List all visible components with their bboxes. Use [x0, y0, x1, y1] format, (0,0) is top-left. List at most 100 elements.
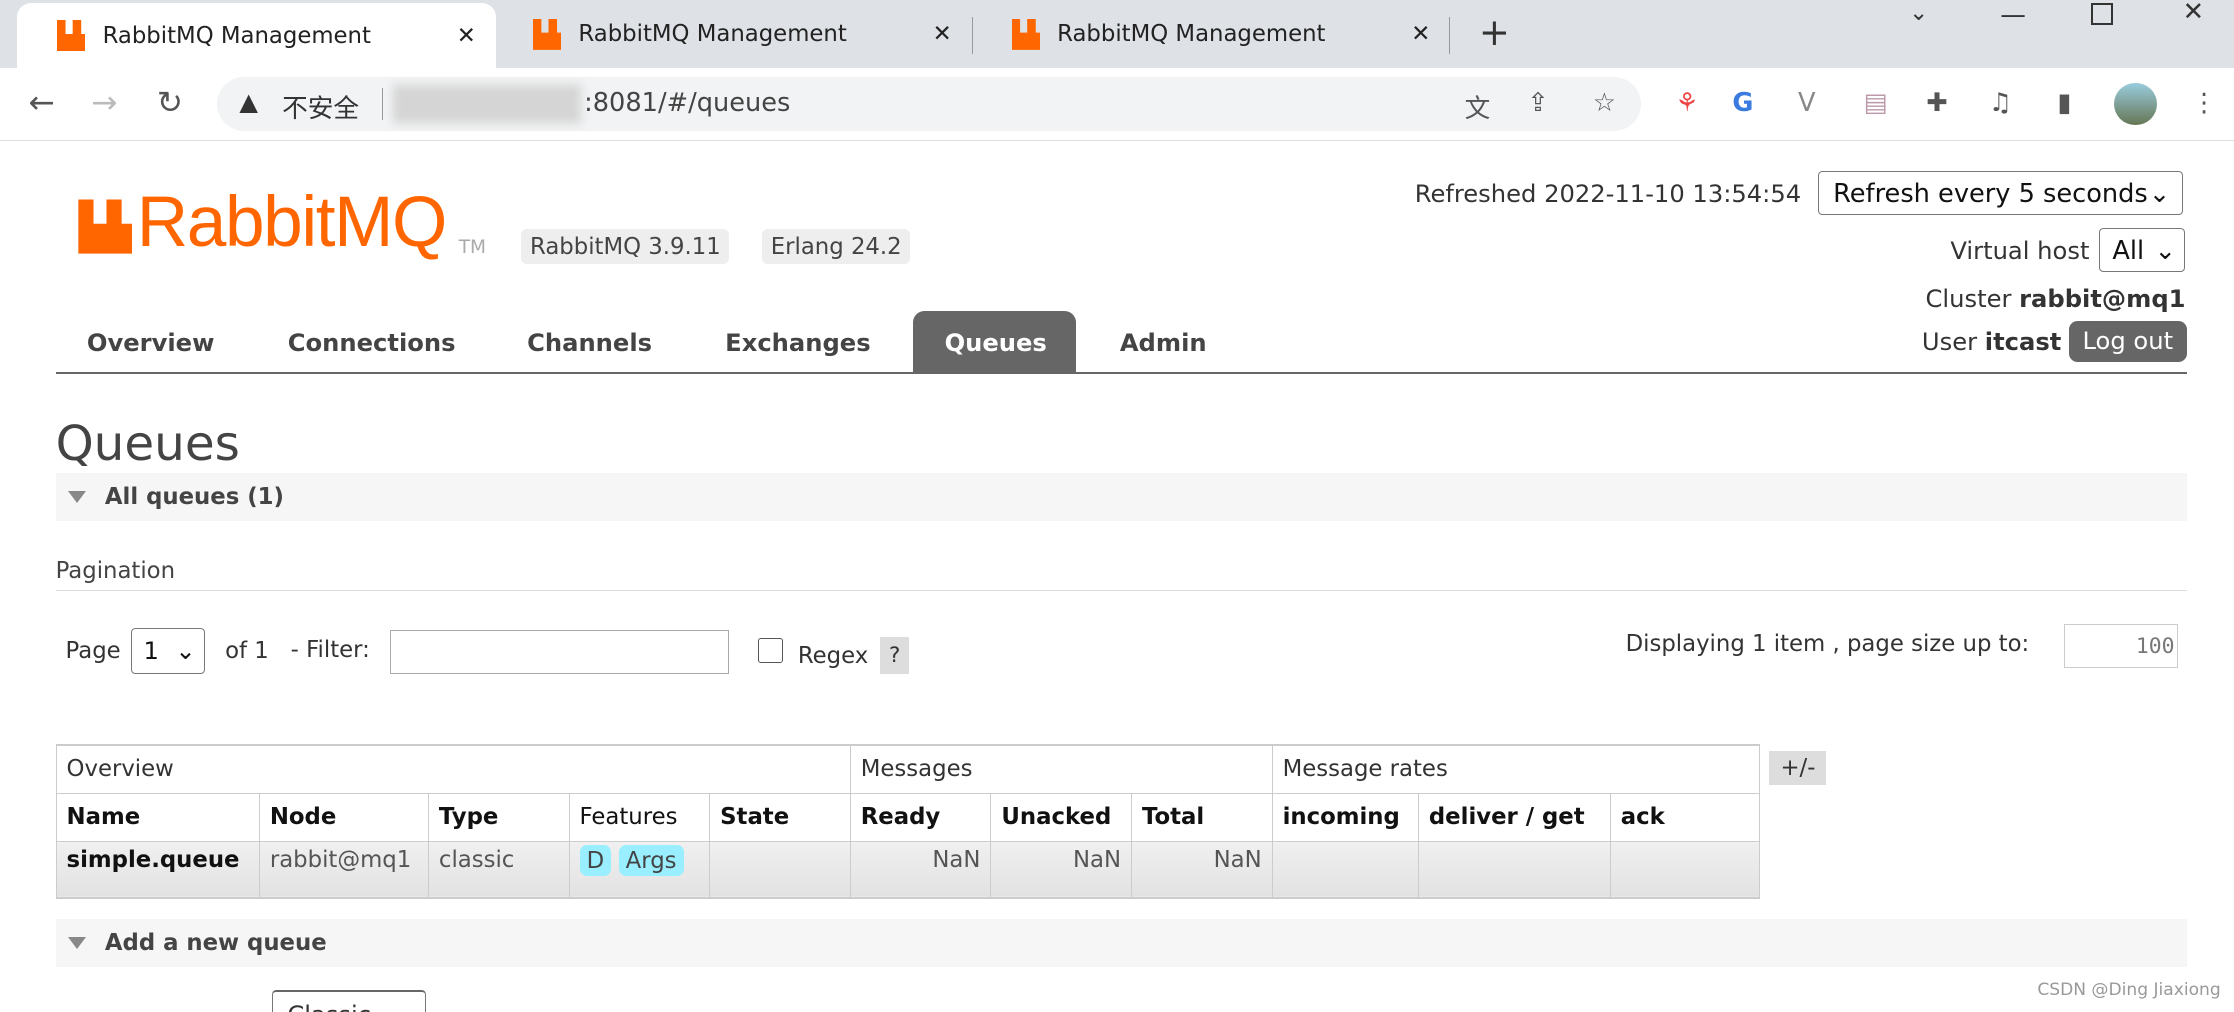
- nav-connections[interactable]: Connections: [288, 329, 456, 357]
- close-tab-icon[interactable]: ✕: [457, 23, 476, 49]
- page-size-input[interactable]: [2064, 624, 2179, 669]
- nav-overview[interactable]: Overview: [87, 329, 215, 357]
- section-title: All queues (1): [104, 484, 284, 511]
- queue-ack: [1609, 840, 1760, 899]
- profile-avatar[interactable]: [2114, 82, 2157, 126]
- column-header[interactable]: Name: [55, 792, 260, 842]
- chevron-down-icon: ⌄: [2148, 178, 2171, 209]
- nav-admin[interactable]: Admin: [1120, 329, 1207, 357]
- rabbitmq-favicon-icon: [56, 19, 86, 52]
- page-select[interactable]: 1 ⌄: [131, 628, 206, 674]
- tab-divider: [1448, 17, 1451, 55]
- nav-queues[interactable]: Queues: [945, 329, 1047, 357]
- page-value: 1: [143, 637, 159, 666]
- column-header[interactable]: State: [709, 792, 851, 842]
- add-queue-section-toggle[interactable]: Add a new queue: [55, 918, 2187, 968]
- queue-type-select[interactable]: Classic: [272, 990, 426, 1012]
- feature-durable-badge: D: [579, 844, 612, 877]
- logo-text: RabbitMQ: [136, 182, 448, 263]
- queue-features: D Args: [568, 840, 711, 899]
- refresh-interval-select[interactable]: Refresh every 5 seconds ⌄: [1817, 170, 2183, 216]
- tab-title: RabbitMQ Management: [102, 22, 371, 49]
- help-button[interactable]: ?: [880, 636, 909, 674]
- feature-args-badge: Args: [618, 844, 684, 877]
- queue-type: classic: [427, 840, 570, 899]
- group-header: Messages: [849, 744, 1273, 794]
- rabbitmq-logo-icon: [78, 199, 133, 254]
- column-header[interactable]: incoming: [1271, 792, 1419, 842]
- collapse-triangle-icon: [68, 491, 87, 504]
- tab-search-icon[interactable]: ⌄: [1909, 0, 1928, 26]
- regex-checkbox[interactable]: [757, 638, 783, 664]
- new-tab-icon[interactable]: +: [1479, 11, 1510, 54]
- nav-channels[interactable]: Channels: [527, 329, 652, 357]
- collapse-triangle-icon: [68, 937, 87, 950]
- column-toggle-button[interactable]: +/-: [1769, 750, 1827, 785]
- back-icon[interactable]: ←: [28, 85, 54, 121]
- logo-tm: TM: [458, 236, 487, 258]
- erlang-badge: Erlang 24.2: [762, 229, 911, 264]
- media-control-icon[interactable]: ♫: [1989, 88, 2012, 118]
- regex-label: Regex: [797, 642, 869, 669]
- queue-ready: NaN: [849, 840, 992, 899]
- queue-name[interactable]: simple.queue: [67, 847, 240, 873]
- google-translate-icon[interactable]: G: [1732, 88, 1753, 118]
- refreshed-timestamp: Refreshed 2022-11-10 13:54:54: [1414, 179, 1802, 208]
- chevron-down-icon: ⌄: [2154, 235, 2176, 266]
- version-badge: RabbitMQ 3.9.11: [521, 229, 730, 264]
- maximize-icon[interactable]: [2091, 2, 2113, 26]
- column-header[interactable]: Type: [427, 792, 570, 842]
- column-header[interactable]: Node: [258, 792, 429, 842]
- reload-icon[interactable]: ↻: [157, 85, 183, 121]
- cluster-label: Cluster: [1925, 284, 2012, 313]
- security-label[interactable]: 不安全: [282, 88, 359, 125]
- column-header[interactable]: Ready: [849, 792, 992, 842]
- close-tab-icon[interactable]: ✕: [933, 21, 952, 47]
- column-header[interactable]: deliver / get: [1417, 792, 1611, 842]
- column-header[interactable]: Total: [1131, 792, 1273, 842]
- all-queues-section-toggle[interactable]: All queues (1): [55, 473, 2187, 522]
- close-tab-icon[interactable]: ✕: [1411, 21, 1430, 47]
- vhost-value: All: [2112, 235, 2145, 266]
- browser-tab[interactable]: RabbitMQ Management ✕: [493, 0, 972, 68]
- url-text[interactable]: :8081/#/queues: [584, 88, 790, 118]
- menu-kebab-icon[interactable]: ⋮: [2191, 88, 2217, 118]
- chevron-down-icon: ⌄: [175, 637, 196, 666]
- filter-input[interactable]: [390, 629, 730, 674]
- vhost-select[interactable]: All ⌄: [2098, 227, 2186, 273]
- page-count: of 1: [225, 638, 269, 665]
- logo-wordmark: RabbitMQ: [136, 183, 448, 263]
- redacted-host: [393, 85, 582, 123]
- tab-title: RabbitMQ Management: [578, 21, 847, 48]
- queues-table: Overview Messages Message rates Name Nod…: [55, 743, 1760, 900]
- queue-deliver-get: [1417, 840, 1611, 899]
- translate-icon[interactable]: 文: [1465, 88, 1491, 125]
- extension-icon[interactable]: ⚘: [1675, 88, 1698, 118]
- nav-exchanges[interactable]: Exchanges: [725, 329, 870, 357]
- close-window-icon[interactable]: ✕: [2183, 0, 2204, 27]
- tab-title: RabbitMQ Management: [1057, 21, 1326, 48]
- queue-name-link[interactable]: simple.queue: [55, 840, 260, 899]
- page-label: Page: [65, 638, 121, 665]
- watermark: CSDN @Ding Jiaxiong: [2037, 980, 2221, 1001]
- browser-tab[interactable]: RabbitMQ Management ✕: [17, 2, 496, 69]
- warning-icon[interactable]: ▲: [239, 88, 258, 116]
- table-row[interactable]: simple.queue rabbit@mq1 classic D Args N…: [55, 840, 1760, 899]
- group-header: Overview: [55, 744, 851, 794]
- share-icon[interactable]: ⇪: [1527, 88, 1548, 118]
- queue-unacked: NaN: [990, 840, 1132, 899]
- side-panel-icon[interactable]: ▮: [2057, 88, 2071, 118]
- browser-tab[interactable]: RabbitMQ Management ✕: [972, 0, 1451, 68]
- queue-node: rabbit@mq1: [258, 840, 429, 899]
- bookmark-star-icon[interactable]: ☆: [1593, 88, 1616, 118]
- extensions-puzzle-icon[interactable]: ✚: [1926, 88, 1947, 118]
- column-header[interactable]: Unacked: [990, 792, 1132, 842]
- extension-icon[interactable]: ▤: [1864, 88, 1888, 118]
- queue-state: [709, 840, 851, 899]
- queue-incoming: [1271, 840, 1419, 899]
- minimize-icon[interactable]: —: [2000, 0, 2026, 30]
- forward-icon[interactable]: →: [91, 85, 117, 121]
- column-header[interactable]: ack: [1609, 792, 1760, 842]
- rabbitmq-favicon-icon: [532, 18, 562, 50]
- vue-devtools-icon[interactable]: V: [1798, 88, 1816, 118]
